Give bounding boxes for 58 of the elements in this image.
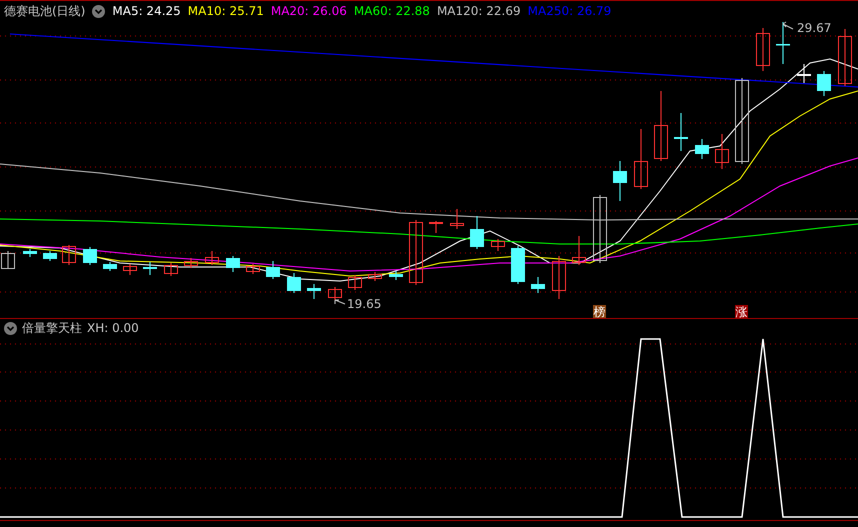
indicator-label: MA250: 26.79 [528, 4, 612, 18]
candlestick [674, 112, 688, 152]
candlestick [429, 220, 443, 234]
candlestick [184, 258, 198, 268]
indicator-label: MA10: 25.71 [188, 4, 264, 18]
candlestick [123, 264, 137, 276]
candlestick [552, 256, 566, 300]
candlestick [328, 286, 342, 300]
candlestick [450, 208, 464, 230]
candlestick [756, 28, 770, 72]
indicator-label: MA5: 24.25 [112, 4, 181, 18]
event-badge[interactable]: 涨 [735, 305, 748, 318]
candlestick [511, 246, 525, 284]
candlestick [470, 216, 484, 250]
candlestick [634, 128, 648, 190]
indicator-label: MA120: 22.69 [436, 4, 521, 18]
candlestick [23, 248, 37, 258]
candlestick [266, 260, 280, 280]
candlestick [1, 250, 15, 270]
candlestick [838, 28, 852, 86]
price-label: 19.65 [347, 297, 382, 311]
candlestick [797, 64, 811, 84]
candlestick [715, 134, 729, 170]
candlestick [348, 274, 362, 290]
candlestick [776, 22, 790, 64]
candlestick [103, 262, 117, 272]
candlestick [654, 90, 668, 162]
indicator-label: MA60: 22.88 [354, 4, 430, 18]
candlestick [695, 138, 709, 160]
candlestick [409, 220, 423, 286]
event-badge[interactable]: 榜 [593, 305, 606, 318]
collapse-icon[interactable] [4, 322, 17, 334]
price-label: 29.67 [797, 21, 832, 35]
pointer-arrow-icon [334, 300, 346, 304]
candlestick [287, 272, 301, 294]
indicator-reading: XH: 0.00 [87, 321, 139, 335]
candlestick [246, 264, 260, 274]
candlestick [205, 250, 219, 266]
indicator-label: MA20: 26.06 [270, 4, 347, 18]
collapse-icon[interactable] [92, 4, 106, 18]
candlestick [817, 70, 831, 96]
candlestick [593, 194, 607, 264]
candlestick [613, 160, 627, 202]
indicator-title: 倍量擎天柱 [22, 320, 82, 336]
candlestick [531, 276, 545, 294]
candlestick [368, 272, 382, 282]
chart-title: 德赛电池(日线) [4, 2, 86, 20]
candlestick [226, 256, 240, 272]
candlestick [62, 244, 76, 266]
candlestick [389, 270, 403, 280]
candlestick [43, 250, 57, 262]
candlestick [143, 262, 157, 276]
candlestick [307, 284, 321, 300]
candlestick [491, 238, 505, 252]
candlestick [83, 246, 97, 266]
candlestick [164, 262, 178, 276]
pointer-arrow-icon [782, 22, 794, 30]
candlestick [572, 236, 586, 266]
